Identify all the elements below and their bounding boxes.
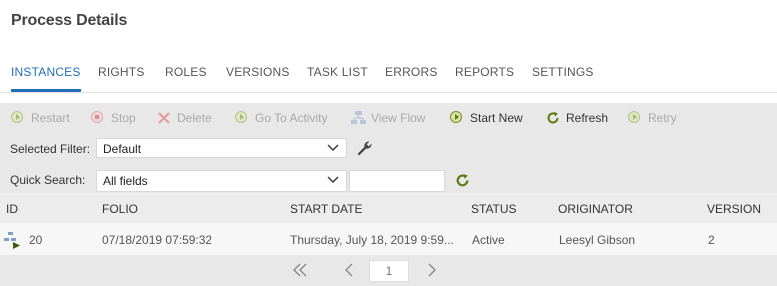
chevron-down-icon [327,176,339,183]
quick-search-label: Quick Search: [10,173,86,187]
stop-button[interactable]: Stop [91,111,136,125]
column-folio[interactable]: FOLIO [102,202,138,216]
start-new-icon [450,111,464,125]
flow-icon [351,111,366,125]
process-instance-icon [4,231,22,252]
toolbar: Restart Stop Delete Go To Activity View … [0,103,777,133]
cell-version: 2 [708,233,715,247]
column-start-date[interactable]: START DATE [290,202,362,216]
tab-roles[interactable]: ROLES [165,65,207,79]
cell-folio: 07/18/2019 07:59:32 [102,233,213,247]
retry-label: Retry [648,111,677,125]
cell-id: 20 [29,233,43,247]
table-row[interactable]: 20 07/18/2019 07:59:32 Thursday, July 18… [0,223,777,255]
cell-start-date: Thursday, July 18, 2019 9:59... [290,233,454,247]
next-page-icon[interactable] [425,261,439,284]
chevron-down-icon [327,144,339,151]
refresh-button[interactable]: Refresh [546,111,608,125]
go-to-activity-label: Go To Activity [255,111,328,125]
table-header: ID FOLIO START DATE STATUS ORIGINATOR VE… [0,193,777,223]
view-flow-button[interactable]: View Flow [351,111,425,125]
refresh-icon [546,111,560,125]
column-version[interactable]: VERSION [707,202,761,216]
delete-label: Delete [177,111,212,125]
delete-button[interactable]: Delete [157,111,212,125]
restart-button[interactable]: Restart [11,111,70,125]
stop-circle-icon [91,111,105,125]
page-title: Process Details [11,12,128,29]
instances-panel: Restart Stop Delete Go To Activity View … [0,103,777,286]
start-new-button[interactable]: Start New [450,111,523,125]
go-to-activity-button[interactable]: Go To Activity [235,111,327,125]
delete-x-icon [157,111,171,125]
search-scope-value: All fields [103,174,148,188]
column-id[interactable]: ID [6,202,18,216]
tab-versions[interactable]: VERSIONS [226,65,290,79]
wrench-icon[interactable] [356,140,373,162]
search-refresh-icon[interactable] [455,173,470,193]
refresh-label: Refresh [566,111,609,125]
pager: 1 [0,255,777,286]
cell-status: Active [472,233,505,247]
go-to-activity-icon [235,111,249,125]
stop-label: Stop [111,111,136,125]
first-page-icon[interactable] [291,261,309,284]
search-scope-dropdown[interactable]: All fields [96,170,347,192]
search-input[interactable] [349,170,445,192]
selected-filter-dropdown[interactable]: Default [96,138,347,158]
tab-errors[interactable]: ERRORS [385,65,438,79]
selected-filter-label: Selected Filter: [10,142,91,156]
view-flow-label: View Flow [371,111,426,125]
retry-button[interactable]: Retry [628,111,677,125]
column-originator[interactable]: ORIGINATOR [558,202,633,216]
cell-originator: Leesyl Gibson [559,233,636,247]
retry-icon [628,111,642,125]
start-new-label: Start New [470,111,523,125]
tab-settings[interactable]: SETTINGS [532,65,594,79]
selected-filter-value: Default [103,142,142,156]
tab-reports[interactable]: REPORTS [455,65,514,79]
column-status[interactable]: STATUS [471,202,517,216]
restart-label: Restart [31,111,70,125]
tab-instances[interactable]: INSTANCES [11,65,81,92]
tab-task-list[interactable]: TASK LIST [307,65,368,79]
play-circle-icon [11,111,25,125]
page-number[interactable]: 1 [369,260,409,282]
previous-page-icon[interactable] [342,261,356,284]
tab-bar: INSTANCES RIGHTS ROLES VERSIONS TASK LIS… [0,64,777,93]
tab-rights[interactable]: RIGHTS [98,65,145,79]
